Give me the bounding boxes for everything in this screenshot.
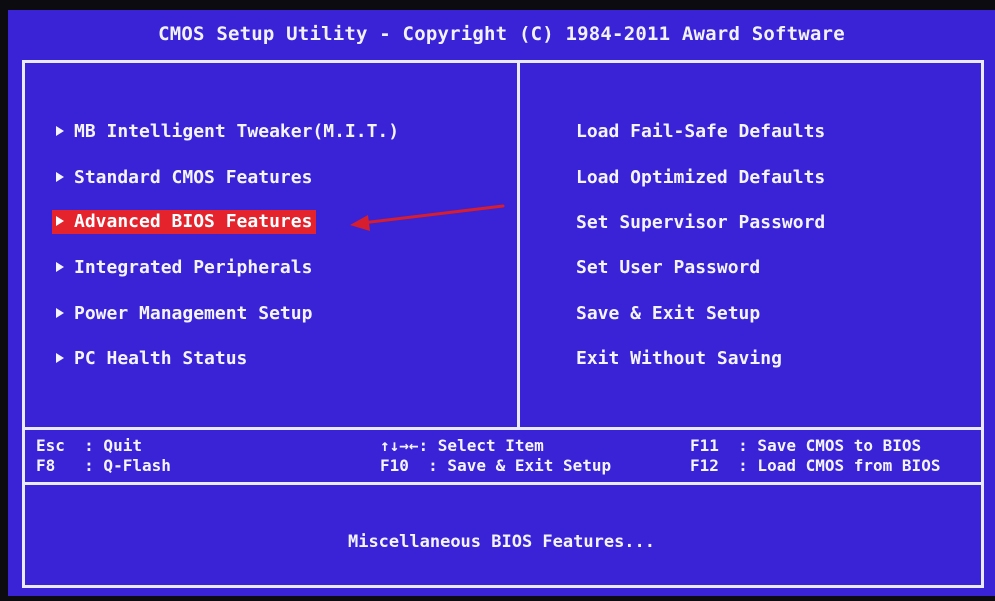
exit-without-saving[interactable]: Exit Without Saving	[576, 347, 782, 371]
menu-item-standard-cmos[interactable]: Standard CMOS Features	[56, 166, 312, 190]
menu-item-label: Power Management Setup	[74, 303, 313, 324]
menu-item-label: Standard CMOS Features	[74, 167, 313, 188]
help-divider-top	[22, 427, 984, 430]
help-f8-qflash: F8 : Q-Flash	[36, 456, 171, 475]
set-user-password[interactable]: Set User Password	[576, 256, 760, 280]
menu-item-advanced-bios[interactable]: Advanced BIOS Features	[52, 210, 317, 234]
menu-item-label: Advanced BIOS Features	[74, 211, 313, 232]
menu-item-label: MB Intelligent Tweaker(M.I.T.)	[74, 121, 400, 142]
triangle-right-icon	[56, 216, 64, 226]
triangle-right-icon	[56, 262, 64, 272]
triangle-right-icon	[56, 172, 64, 182]
load-fail-safe-defaults[interactable]: Load Fail-Safe Defaults	[576, 120, 825, 144]
menu-item-label: PC Health Status	[74, 348, 248, 369]
set-supervisor-password[interactable]: Set Supervisor Password	[576, 211, 825, 235]
help-f10-save-exit: F10 : Save & Exit Setup	[380, 456, 612, 475]
help-esc-quit: Esc : Quit	[36, 436, 142, 455]
frame-right	[981, 60, 984, 588]
red-arrow-icon	[350, 204, 505, 231]
menu-item-mit[interactable]: MB Intelligent Tweaker(M.I.T.)	[56, 120, 399, 144]
triangle-right-icon	[56, 308, 64, 318]
menu-item-label: Integrated Peripherals	[74, 257, 313, 278]
menu-item-pc-health[interactable]: PC Health Status	[56, 347, 247, 371]
menu-item-power-management[interactable]: Power Management Setup	[56, 302, 312, 326]
bios-title: CMOS Setup Utility - Copyright (C) 1984-…	[158, 23, 845, 45]
item-description: Miscellaneous BIOS Features...	[347, 532, 656, 552]
help-f11-save-cmos: F11 : Save CMOS to BIOS	[690, 436, 922, 455]
frame-bottom	[22, 585, 984, 588]
frame-top	[22, 60, 984, 63]
load-optimized-defaults[interactable]: Load Optimized Defaults	[576, 166, 825, 190]
help-f12-load-cmos: F12 : Load CMOS from BIOS	[690, 456, 941, 475]
help-select-item: ↑↓→←: Select Item	[380, 436, 544, 455]
triangle-right-icon	[56, 353, 64, 363]
bios-screen: CMOS Setup Utility - Copyright (C) 1984-…	[8, 10, 995, 596]
menu-divider	[517, 60, 520, 428]
help-divider-bottom	[22, 482, 984, 485]
frame-left	[22, 60, 25, 588]
save-exit-setup[interactable]: Save & Exit Setup	[576, 302, 760, 326]
triangle-right-icon	[56, 126, 64, 136]
menu-item-integrated-peripherals[interactable]: Integrated Peripherals	[56, 256, 312, 280]
